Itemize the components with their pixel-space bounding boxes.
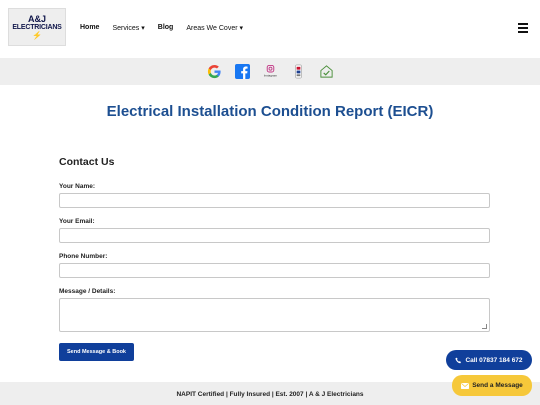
- hamburger-bar: [518, 27, 528, 29]
- instagram-icon[interactable]: Instagram: [263, 64, 278, 79]
- checkatrade-icon[interactable]: [319, 64, 334, 79]
- send-a-message-label: Send a Message: [472, 382, 523, 389]
- facebook-icon[interactable]: [234, 64, 250, 79]
- phone-label: Phone Number:: [59, 253, 108, 260]
- phone-input[interactable]: [59, 263, 490, 278]
- main-nav: Home Services ▾ Blog Areas We Cover ▾: [80, 24, 256, 32]
- hamburger-bar: [518, 23, 528, 25]
- hamburger-bar: [518, 31, 528, 33]
- social-links-bar: Instagram: [0, 58, 540, 85]
- nav-areas[interactable]: Areas We Cover ▾: [186, 24, 243, 32]
- nav-home[interactable]: Home: [80, 24, 99, 32]
- envelope-icon: [461, 382, 470, 389]
- page-title: Electrical Installation Condition Report…: [106, 103, 434, 120]
- google-icon[interactable]: [207, 64, 222, 79]
- send-message-book-button[interactable]: Send Message & Book: [59, 343, 134, 361]
- hamburger-menu-icon[interactable]: [518, 23, 528, 33]
- call-button[interactable]: Call 07837 184 672: [446, 350, 532, 370]
- site-logo[interactable]: A&J ELECTRICIANS ⚡: [8, 8, 66, 46]
- form-heading: Contact Us: [59, 156, 115, 168]
- email-input[interactable]: [59, 228, 490, 243]
- name-label: Your Name:: [59, 183, 95, 190]
- logo-line-1: A&J: [27, 13, 46, 24]
- bolt-icon: ⚡: [32, 30, 42, 40]
- message-textarea[interactable]: [59, 298, 490, 332]
- svg-text:Instagram: Instagram: [263, 74, 277, 78]
- phone-icon: [455, 357, 462, 363]
- contact-form: Contact Us Your Name: Your Email: Phone …: [59, 156, 491, 361]
- email-label: Your Email:: [59, 218, 95, 225]
- nav-blog[interactable]: Blog: [158, 24, 174, 32]
- nav-services[interactable]: Services ▾: [112, 24, 144, 32]
- message-label: Message / Details:: [59, 288, 116, 295]
- name-input[interactable]: [59, 193, 490, 208]
- site-header: A&J ELECTRICIANS ⚡ Home Services ▾ Blog …: [0, 0, 540, 58]
- call-button-label: Call 07837 184 672: [465, 356, 523, 364]
- footer-text: NAPIT Certified | Fully Insured | Est. 2…: [176, 391, 364, 398]
- tradesperson-badge-icon[interactable]: [291, 64, 306, 79]
- send-a-message-button[interactable]: Send a Message: [452, 375, 532, 396]
